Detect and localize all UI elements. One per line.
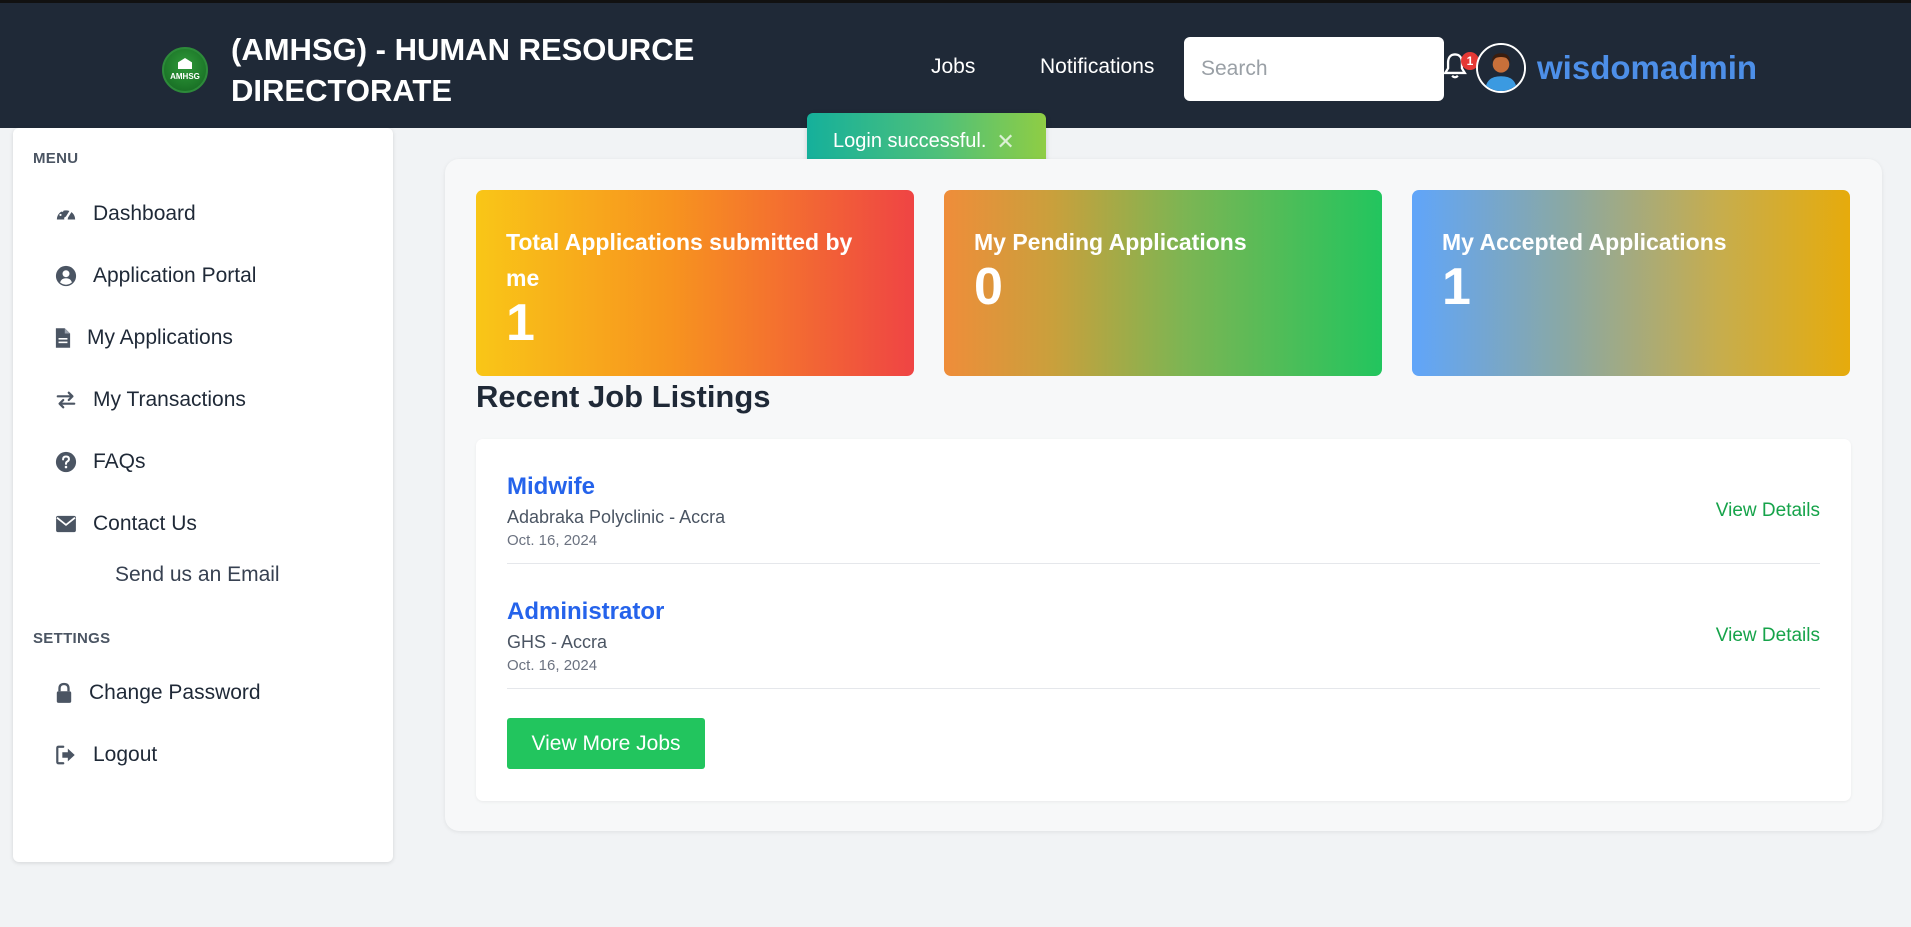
envelope-icon [53, 512, 79, 536]
user-circle-icon [53, 264, 79, 288]
sidebar-item-label: Logout [93, 743, 158, 766]
view-details-link[interactable]: View Details [1716, 625, 1820, 647]
stat-card-title: Total Applications submitted by me [506, 229, 853, 291]
stat-card-value: 1 [1442, 258, 1471, 316]
username[interactable]: wisdomadmin [1537, 49, 1757, 87]
gauge-icon [53, 202, 79, 226]
sidebar-item-label: Contact Us [93, 512, 197, 535]
top-navbar: AMHSG (AMHSG) - HUMAN RESOURCE DIRECTORA… [0, 0, 1911, 128]
logo-emblem-icon [178, 58, 192, 69]
nav-notifications-link[interactable]: Notifications [1040, 55, 1154, 79]
logo[interactable]: AMHSG [162, 47, 208, 93]
send-email-link[interactable]: Send us an Email [115, 563, 280, 587]
job-date: Oct. 16, 2024 [507, 532, 598, 549]
sidebar-item-change-password[interactable]: Change Password [53, 681, 261, 705]
view-more-jobs-button[interactable]: View More Jobs [507, 718, 705, 769]
stat-card-title: My Pending Applications [974, 229, 1247, 255]
job-title-link[interactable]: Midwife [507, 473, 595, 501]
job-organization: Adabraka Polyclinic - Accra [507, 507, 726, 527]
exchange-icon [53, 388, 79, 412]
sidebar: MENU Dashboard Application Portal My App… [13, 128, 393, 862]
sidebar-item-label: Change Password [89, 681, 261, 704]
view-details-link[interactable]: View Details [1716, 500, 1820, 522]
stat-card-total-applications[interactable]: Total Applications submitted by me 1 [476, 190, 914, 376]
user-avatar-icon [1478, 45, 1524, 91]
list-item: Administrator GHS - Accra Oct. 16, 2024 … [507, 564, 1820, 689]
file-icon [53, 326, 73, 350]
sidebar-item-my-transactions[interactable]: My Transactions [53, 388, 246, 412]
job-title-link[interactable]: Administrator [507, 598, 664, 626]
sidebar-item-label: Application Portal [93, 264, 257, 287]
avatar[interactable] [1476, 43, 1526, 93]
recent-jobs-heading: Recent Job Listings [476, 379, 771, 414]
sidebar-item-label: Dashboard [93, 202, 196, 225]
question-circle-icon [53, 450, 79, 474]
recent-jobs-list: Midwife Adabraka Polyclinic - Accra Oct.… [476, 439, 1851, 801]
job-date: Oct. 16, 2024 [507, 657, 598, 674]
toast-message: Login successful. [833, 130, 987, 152]
logo-text: AMHSG [170, 72, 200, 81]
sidebar-item-faqs[interactable]: FAQs [53, 450, 146, 474]
menu-heading: MENU [33, 150, 79, 167]
sidebar-item-label: My Applications [87, 326, 233, 349]
stat-card-pending-applications[interactable]: My Pending Applications 0 [944, 190, 1382, 376]
sidebar-item-label: FAQs [93, 450, 146, 473]
stat-card-accepted-applications[interactable]: My Accepted Applications 1 [1412, 190, 1850, 376]
sidebar-item-logout[interactable]: Logout [53, 743, 157, 767]
stat-card-value: 0 [974, 258, 1003, 316]
settings-heading: SETTINGS [33, 630, 111, 647]
sidebar-item-my-applications[interactable]: My Applications [53, 326, 233, 350]
nav-jobs-link[interactable]: Jobs [931, 55, 975, 79]
search-input[interactable] [1184, 37, 1444, 101]
sign-out-icon [53, 743, 79, 767]
stat-card-title: My Accepted Applications [1442, 229, 1727, 255]
sidebar-item-application-portal[interactable]: Application Portal [53, 264, 256, 288]
job-organization: GHS - Accra [507, 632, 608, 652]
sidebar-item-label: My Transactions [93, 388, 246, 411]
list-item: Midwife Adabraka Polyclinic - Accra Oct.… [507, 439, 1820, 564]
sidebar-item-contact-us[interactable]: Contact Us [53, 512, 197, 536]
close-icon[interactable]: ✕ [996, 129, 1014, 155]
stat-card-value: 1 [506, 294, 535, 352]
brand-title[interactable]: (AMHSG) - HUMAN RESOURCE DIRECTORATE [231, 29, 751, 111]
lock-icon [53, 681, 75, 705]
sidebar-item-dashboard[interactable]: Dashboard [53, 202, 196, 226]
main-content: Total Applications submitted by me 1 My … [445, 159, 1882, 831]
